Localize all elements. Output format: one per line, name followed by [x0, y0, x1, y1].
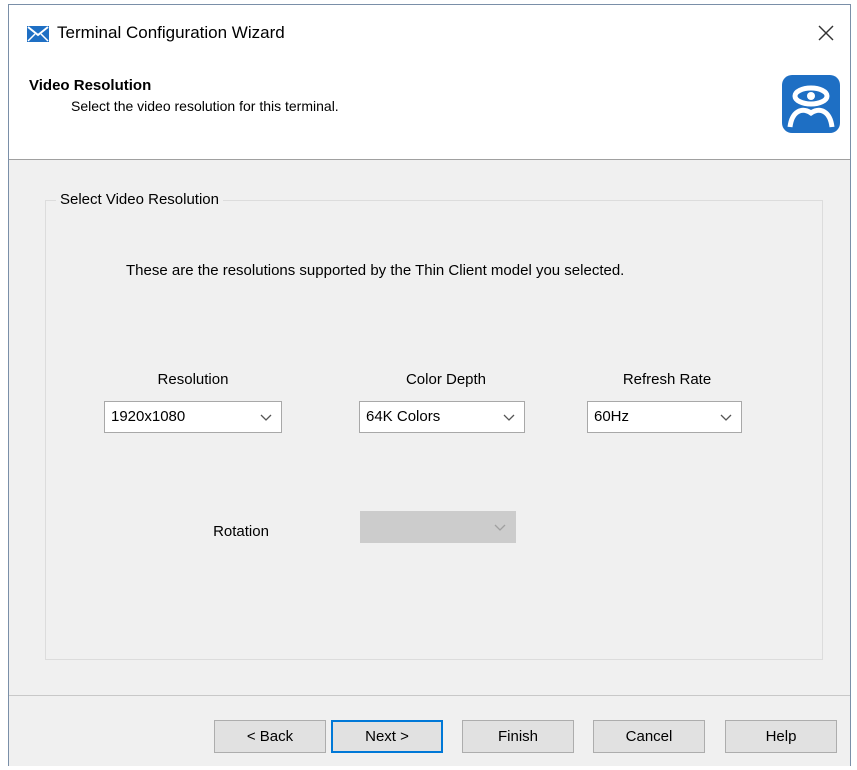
finish-button[interactable]: Finish [462, 720, 574, 753]
color-depth-value: 64K Colors [366, 408, 441, 425]
refresh-rate-label: Refresh Rate [622, 371, 712, 388]
resolution-value: 1920x1080 [111, 408, 186, 425]
chevron-down-icon [494, 524, 506, 531]
chevron-down-icon [260, 414, 272, 421]
wizard-envelope-icon [27, 26, 49, 42]
video-resolution-group: Select Video Resolution These are the re… [45, 190, 823, 660]
chevron-down-icon [503, 414, 515, 421]
color-depth-label: Color Depth [405, 371, 487, 388]
group-legend: Select Video Resolution [56, 190, 223, 210]
rotation-select[interactable] [360, 511, 516, 543]
back-button[interactable]: < Back [214, 720, 326, 753]
title-bar: Terminal Configuration Wizard [9, 5, 850, 61]
rotation-label: Rotation [213, 523, 269, 540]
wizard-body: Select Video Resolution These are the re… [9, 160, 850, 695]
window-title: Terminal Configuration Wizard [57, 23, 285, 42]
wizard-footer: < Back Next > Finish Cancel Help [9, 695, 850, 766]
resolution-label: Resolution [157, 371, 229, 388]
thinmanager-logo-icon [782, 75, 840, 133]
wizard-window: Terminal Configuration Wizard Video Reso… [8, 4, 851, 766]
next-button[interactable]: Next > [331, 720, 443, 753]
resolution-select[interactable]: 1920x1080 [104, 401, 282, 433]
wizard-header: Video Resolution Select the video resolu… [9, 61, 850, 160]
close-icon[interactable] [808, 15, 844, 51]
info-text: These are the resolutions supported by t… [126, 262, 625, 279]
refresh-rate-select[interactable]: 60Hz [587, 401, 742, 433]
page-subtitle: Select the video resolution for this ter… [71, 98, 339, 114]
color-depth-select[interactable]: 64K Colors [359, 401, 525, 433]
page-title: Video Resolution [29, 77, 152, 94]
refresh-rate-value: 60Hz [594, 408, 630, 425]
cancel-button[interactable]: Cancel [593, 720, 705, 753]
chevron-down-icon [720, 414, 732, 421]
help-button[interactable]: Help [725, 720, 837, 753]
